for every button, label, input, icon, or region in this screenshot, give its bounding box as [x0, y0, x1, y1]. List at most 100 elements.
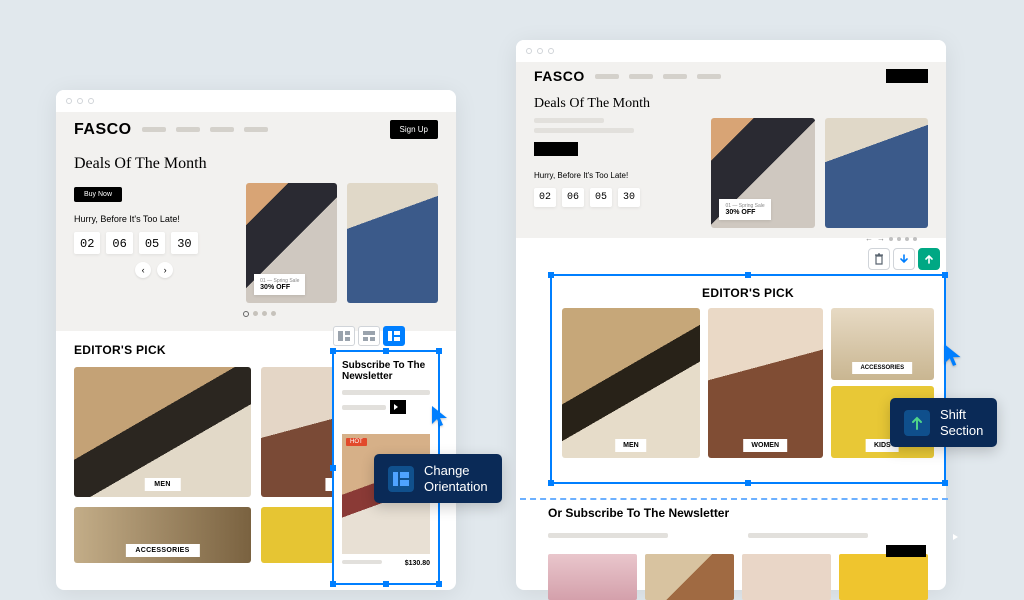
resize-handle[interactable] — [942, 272, 948, 278]
move-up-button[interactable] — [918, 248, 940, 270]
hero-section: Deals Of The Month Buy Now Hurry, Before… — [56, 147, 456, 331]
resize-handle[interactable] — [745, 480, 751, 486]
countdown-box: 05 — [139, 232, 165, 254]
input-stub[interactable] — [342, 390, 430, 395]
layout-option-horizontal[interactable] — [333, 326, 355, 346]
layout-option-vertical[interactable] — [358, 326, 380, 346]
buy-now-button[interactable] — [534, 142, 578, 156]
nav-item[interactable] — [176, 127, 200, 132]
carousel-pager: ‹ › — [74, 254, 234, 278]
resize-handle[interactable] — [330, 348, 336, 354]
resize-handle[interactable] — [548, 272, 554, 278]
resize-handle[interactable] — [436, 348, 442, 354]
countdown-label: Hurry, Before It's Too Late! — [534, 171, 699, 180]
carousel-controls[interactable]: ←→ — [865, 234, 917, 243]
countdown-box: 30 — [171, 232, 197, 254]
product-thumb[interactable] — [839, 554, 928, 600]
resize-handle[interactable] — [330, 465, 336, 471]
countdown-box: 02 — [74, 232, 100, 254]
product-thumb[interactable] — [742, 554, 831, 600]
hero-image-2 — [825, 118, 928, 228]
nav-item[interactable] — [663, 74, 687, 79]
move-down-button[interactable] — [893, 248, 915, 270]
section-divider-guide — [520, 498, 948, 500]
resize-handle[interactable] — [745, 272, 751, 278]
site-header: FASCO — [516, 62, 946, 90]
newsletter-title: Subscribe To The Newsletter — [342, 360, 430, 382]
window-dot — [88, 98, 94, 104]
input-stub[interactable] — [748, 533, 868, 538]
card-men[interactable]: MEN — [74, 367, 251, 497]
countdown-label: Hurry, Before It's Too Late! — [74, 214, 234, 224]
resize-handle[interactable] — [548, 480, 554, 486]
buy-now-button[interactable]: Buy Now — [74, 187, 122, 202]
signup-button[interactable]: Sign Up — [390, 120, 438, 139]
nav-item[interactable] — [210, 127, 234, 132]
product-price: $130.80 — [405, 560, 430, 567]
carousel-prev[interactable]: ‹ — [135, 262, 151, 278]
section-title: Or Subscribe To The Newsletter — [548, 506, 928, 520]
window-dot — [537, 48, 543, 54]
window-dot — [66, 98, 72, 104]
layout-mixed-icon — [388, 466, 414, 492]
carousel-dots[interactable] — [243, 311, 276, 317]
selected-editors-pick-section[interactable]: EDITOR'S PICK MEN WOMEN ACCESSORIES KIDS — [550, 274, 946, 484]
nav-item[interactable] — [697, 74, 721, 79]
resize-handle[interactable] — [436, 581, 442, 587]
card-women[interactable]: WOMEN — [708, 308, 823, 458]
product-thumb[interactable] — [645, 554, 734, 600]
nav-item[interactable] — [595, 74, 619, 79]
arrow-up-icon — [923, 253, 935, 265]
product-thumb[interactable] — [548, 554, 637, 600]
tooltip-label: ShiftSection — [940, 407, 983, 438]
input-stub[interactable] — [548, 533, 668, 538]
text-stub — [534, 128, 634, 133]
resize-handle[interactable] — [383, 581, 389, 587]
window-titlebar — [56, 90, 456, 112]
send-button[interactable] — [390, 400, 406, 414]
section-title: EDITOR'S PICK — [552, 276, 944, 308]
card-accessories[interactable]: ACCESSORIES — [831, 308, 934, 380]
tooltip-label: ChangeOrientation — [424, 463, 488, 494]
promo-badge: 01 — Spring Sale 30% OFF — [719, 199, 770, 220]
orientation-toolbar — [333, 326, 405, 346]
hero-section: Deals Of The Month Hurry, Before It's To… — [516, 90, 946, 238]
text-stub — [534, 118, 604, 123]
resize-handle[interactable] — [330, 581, 336, 587]
resize-handle[interactable] — [383, 348, 389, 354]
delete-section-button[interactable] — [868, 248, 890, 270]
site-header: FASCO Sign Up — [56, 112, 456, 147]
section-action-toolbar — [868, 248, 940, 270]
cursor-pointer-icon — [942, 342, 964, 373]
signup-button[interactable] — [886, 69, 928, 83]
nav-item[interactable] — [142, 127, 166, 132]
hero-image-2 — [347, 183, 438, 303]
window-dot — [77, 98, 83, 104]
layout-option-mixed[interactable] — [383, 326, 405, 346]
brand-logo: FASCO — [534, 68, 585, 84]
change-orientation-tooltip: ChangeOrientation — [374, 454, 502, 503]
trash-icon — [873, 253, 885, 265]
shift-section-tooltip: ShiftSection — [890, 398, 997, 447]
countdown-timer: 02 06 05 30 — [534, 188, 699, 207]
arrow-down-icon — [898, 253, 910, 265]
input-stub[interactable] — [342, 405, 386, 410]
brand-logo: FASCO — [74, 121, 132, 139]
newsletter-alt-section: Or Subscribe To The Newsletter — [548, 506, 928, 600]
card-men[interactable]: MEN — [562, 308, 700, 458]
countdown-box: 06 — [106, 232, 132, 254]
hero-title: Deals Of The Month — [74, 155, 438, 173]
carousel-next[interactable]: › — [157, 262, 173, 278]
hero-image-1: 01 — Spring Sale 30% OFF — [246, 183, 337, 303]
product-price — [886, 545, 926, 557]
product-name-stub — [342, 560, 382, 564]
nav-item[interactable] — [244, 127, 268, 132]
cursor-pointer-icon — [430, 404, 450, 433]
resize-handle[interactable] — [942, 480, 948, 486]
countdown-timer: 02 06 05 30 — [74, 232, 234, 254]
promo-badge: 01 — Spring Sale 30% OFF — [254, 274, 305, 295]
nav-item[interactable] — [629, 74, 653, 79]
arrow-up-icon — [904, 410, 930, 436]
card-accessories[interactable]: ACCESSORIES — [74, 507, 251, 563]
window-dot — [548, 48, 554, 54]
